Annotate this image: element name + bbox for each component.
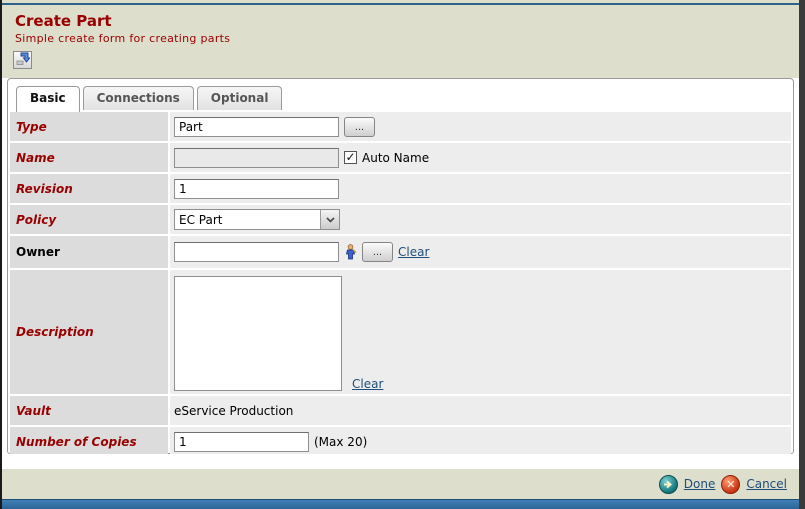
max-copies-hint: (Max 20)	[314, 435, 367, 449]
description-label: Description	[10, 270, 168, 394]
chevron-down-icon	[320, 210, 339, 229]
tab-bar: Basic Connections Optional	[10, 79, 791, 110]
row-number-of-copies: Number of Copies (Max 20)	[10, 427, 791, 456]
export-button[interactable]	[13, 51, 32, 69]
page-subtitle: Simple create form for creating parts	[15, 32, 799, 45]
tab-connections[interactable]: Connections	[83, 86, 194, 110]
row-owner: Owner ... Clear	[10, 236, 791, 268]
row-revision: Revision	[10, 174, 791, 203]
owner-value-cell: ... Clear	[170, 236, 791, 268]
description-textarea[interactable]	[174, 276, 342, 391]
number-of-copies-value-cell: (Max 20)	[170, 427, 791, 456]
description-clear-link[interactable]: Clear	[352, 377, 383, 391]
footer-bar: Done ✕ Cancel	[2, 469, 799, 499]
vault-value-cell: eService Production	[170, 396, 791, 425]
description-value-cell: Clear	[170, 270, 791, 394]
name-label: Name	[10, 143, 168, 172]
owner-label: Owner	[10, 236, 168, 268]
person-icon[interactable]	[344, 244, 357, 260]
done-icon[interactable]	[659, 475, 678, 494]
revision-label: Revision	[10, 174, 168, 203]
done-link[interactable]: Done	[684, 477, 716, 491]
row-name: Name Auto Name	[10, 143, 791, 172]
cancel-link[interactable]: Cancel	[746, 477, 787, 491]
vault-value: eService Production	[174, 404, 293, 418]
owner-browse-button[interactable]: ...	[362, 242, 393, 262]
revision-input[interactable]	[174, 179, 339, 199]
type-input[interactable]	[174, 117, 339, 137]
name-value-cell: Auto Name	[170, 143, 791, 172]
create-part-window: Create Part Simple create form for creat…	[0, 0, 805, 509]
cancel-icon[interactable]: ✕	[721, 475, 740, 494]
policy-select[interactable]: EC Part	[174, 209, 340, 230]
policy-selected-value: EC Part	[175, 213, 320, 227]
policy-label: Policy	[10, 205, 168, 234]
tab-basic[interactable]: Basic	[16, 86, 80, 112]
number-of-copies-label: Number of Copies	[10, 427, 168, 456]
owner-clear-link[interactable]: Clear	[398, 245, 429, 259]
policy-value-cell: EC Part	[170, 205, 791, 234]
type-label: Type	[10, 112, 168, 141]
name-input	[174, 148, 339, 168]
row-policy: Policy EC Part	[10, 205, 791, 234]
owner-input[interactable]	[174, 242, 339, 262]
page-header: Create Part Simple create form for creat…	[2, 0, 799, 78]
form-rows: Type ... Name Auto Name	[10, 110, 791, 456]
row-vault: Vault eService Production	[10, 396, 791, 425]
bottom-blue-bar	[2, 499, 799, 509]
row-description: Description Clear	[10, 270, 791, 394]
row-type: Type ...	[10, 112, 791, 141]
revision-value-cell	[170, 174, 791, 203]
page-title: Create Part	[15, 12, 799, 30]
form-panel: Basic Connections Optional Type ... Name	[7, 78, 794, 454]
footer-gap	[2, 454, 799, 469]
content-area: Basic Connections Optional Type ... Name	[2, 78, 799, 454]
vault-label: Vault	[10, 396, 168, 425]
type-browse-button[interactable]: ...	[344, 117, 375, 137]
header-divider-line	[2, 3, 799, 5]
auto-name-label: Auto Name	[362, 151, 429, 165]
number-of-copies-input[interactable]	[174, 432, 309, 452]
auto-name-checkbox[interactable]	[344, 151, 357, 164]
type-value-cell: ...	[170, 112, 791, 141]
export-icon	[16, 52, 30, 68]
tab-optional[interactable]: Optional	[197, 86, 283, 110]
